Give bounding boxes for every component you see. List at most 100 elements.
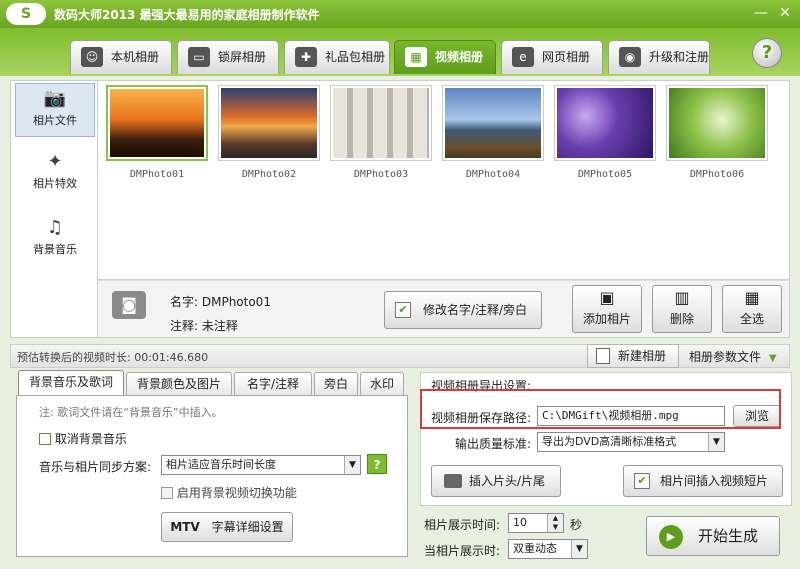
- tab-label: 锁屏相册: [218, 50, 267, 64]
- start-generate-button[interactable]: ▶ 开始生成: [646, 516, 780, 556]
- checkbox[interactable]: [161, 486, 173, 499]
- subtab-narration[interactable]: 旁白: [314, 372, 358, 396]
- subtab-name-note[interactable]: 名字/注释: [234, 372, 312, 396]
- quality-label: 输出质量标准:: [455, 437, 532, 451]
- mtv-subtitle-settings-button[interactable]: MTV 字幕详细设置: [161, 512, 293, 542]
- photo-caption: DMPhoto01: [129, 169, 185, 180]
- photo-thumbnail[interactable]: [106, 85, 208, 161]
- purple-droplets-image: [557, 88, 653, 158]
- photo-info-bar: ◙ 名字: DMPhoto01 注释: 未注释 ✔ 修改名字/注释/旁白 ▣ 添…: [98, 280, 790, 338]
- music-note-icon: ♫: [46, 217, 64, 238]
- tab-local-album[interactable]: ☺ 本机相册: [70, 40, 172, 74]
- quality-select[interactable]: 导出为DVD高清晰标准格式 ▼: [537, 432, 725, 452]
- tab-upgrade-register[interactable]: ◉ 升级和注册: [608, 40, 710, 74]
- trash-icon: ▥: [674, 288, 690, 307]
- sunset-couple-image: [110, 89, 204, 157]
- edit-name-note-button[interactable]: ✔ 修改名字/注释/旁白: [384, 291, 542, 329]
- photo-show-time-label: 相片展示时间:: [424, 518, 501, 532]
- left-nav: 📷 相片文件 ✦ 相片特效 ♫ 背景音乐: [10, 80, 98, 338]
- status-bar: 预估转换后的视频时长: 00:01:46.680 新建相册 相册参数文件 ▼: [10, 344, 790, 368]
- enable-bg-video-switch-option[interactable]: 启用背景视频切换功能: [161, 484, 297, 501]
- main-tab-bar: ☺ 本机相册 ▭ 锁屏相册 ✚ 礼品包相册 ▦ 视频相册 e 网页相册 ◉ 升级…: [0, 28, 800, 76]
- tab-label: 网页相册: [542, 50, 591, 64]
- sync-help-button[interactable]: ?: [367, 454, 387, 474]
- tab-label: 升级和注册: [649, 50, 710, 64]
- duration-estimate: 预估转换后的视频时长: 00:01:46.680: [17, 351, 209, 364]
- tab-label: 视频相册: [435, 50, 484, 64]
- insert-video-clip-button[interactable]: ✔ 相片间插入视频短片: [623, 465, 783, 497]
- sync-scheme-select[interactable]: 相片适应音乐时间长度 ▼: [161, 455, 361, 475]
- delete-button[interactable]: ▥ 删除: [652, 285, 712, 333]
- chevron-down-icon: ▼: [344, 456, 360, 474]
- button-label: 插入片头/片尾: [468, 474, 546, 488]
- subtab-bg-color-image[interactable]: 背景颜色及图片: [126, 372, 232, 396]
- seconds-unit: 秒: [570, 518, 583, 532]
- photo-thumbnail[interactable]: [666, 85, 768, 161]
- transition-select[interactable]: 双重动态 ▼: [508, 539, 588, 559]
- app-title: 数码大师2013 最强大最易用的家庭相册制作软件: [54, 8, 320, 22]
- photo-name-text: 名字: DMPhoto01: [170, 295, 271, 309]
- nav-label: 相片文件: [33, 114, 77, 127]
- tab-label: 本机相册: [111, 50, 160, 64]
- ie-icon: e: [512, 47, 534, 67]
- video-camera-icon: [444, 474, 462, 488]
- tab-web-album[interactable]: e 网页相册: [501, 40, 603, 74]
- photo-thumbnail[interactable]: [442, 85, 544, 161]
- add-photo-button[interactable]: ▣ 添加相片: [572, 285, 642, 333]
- checkmark-icon: ✔: [395, 302, 411, 318]
- button-label: 字幕详细设置: [211, 520, 284, 534]
- help-button[interactable]: ?: [752, 38, 782, 68]
- photo-thumbnail[interactable]: [218, 85, 320, 161]
- transition-label: 当相片展示时:: [424, 544, 501, 558]
- lyrics-note: 注: 歌词文件请在“背景音乐”中插入。: [39, 406, 223, 419]
- play-icon: ▶: [659, 525, 683, 549]
- title-bar: S 数码大师2013 最强大最易用的家庭相册制作软件 — ✕: [0, 0, 800, 28]
- album-params-menu[interactable]: 相册参数文件 ▼: [689, 348, 777, 365]
- photo-thumbnail[interactable]: [554, 85, 656, 161]
- minimize-button[interactable]: —: [752, 4, 770, 22]
- chevron-down-icon: ▼: [768, 353, 777, 364]
- add-photo-icon: ▣: [599, 288, 615, 307]
- nav-label: 背景音乐: [33, 243, 77, 256]
- chevron-down-icon: ▼: [708, 433, 724, 451]
- checkbox[interactable]: [39, 432, 51, 445]
- tab-video-album[interactable]: ▦ 视频相册: [394, 40, 496, 74]
- gift-icon: ✚: [295, 47, 317, 67]
- document-icon: [596, 348, 610, 364]
- lighthouse-coast-image: [445, 88, 541, 158]
- button-label: 全选: [739, 312, 764, 326]
- photo-caption: DMPhoto04: [465, 169, 521, 180]
- checkmark-icon: ✔: [634, 473, 650, 489]
- camera-icon: ◙: [112, 291, 146, 319]
- select-all-button[interactable]: ▦ 全选: [722, 285, 782, 333]
- button-label: 修改名字/注释/旁白: [422, 303, 528, 317]
- spinner-arrows-icon[interactable]: ▲ ▼: [547, 514, 563, 532]
- sparkle-icon: ✦: [47, 151, 63, 172]
- option-label: 取消背景音乐: [54, 432, 127, 446]
- subtab-watermark[interactable]: 水印: [360, 372, 404, 396]
- cancel-bg-music-option[interactable]: 取消背景音乐: [39, 430, 127, 447]
- photo-show-time-spinner[interactable]: 10 ▲ ▼: [508, 513, 564, 533]
- chevron-down-icon: ▼: [571, 540, 587, 558]
- grid-icon: ▦: [744, 288, 760, 307]
- nav-background-music[interactable]: ♫ 背景音乐: [15, 213, 95, 267]
- tab-label: 礼品包相册: [325, 50, 386, 64]
- select-value: 双重动态: [513, 542, 557, 555]
- select-value: 导出为DVD高清晰标准格式: [542, 435, 677, 448]
- menu-label: 相册参数文件: [689, 350, 762, 364]
- photo-caption: DMPhoto03: [353, 169, 409, 180]
- nav-photo-files[interactable]: 📷 相片文件: [15, 83, 95, 137]
- subtab-music-lyrics[interactable]: 背景音乐及歌词: [18, 370, 124, 396]
- insert-head-tail-button[interactable]: 插入片头/片尾: [431, 465, 561, 497]
- lily-of-valley-image: [669, 88, 765, 158]
- tab-lockscreen-album[interactable]: ▭ 锁屏相册: [177, 40, 279, 74]
- close-button[interactable]: ✕: [776, 4, 794, 22]
- tab-gift-album[interactable]: ✚ 礼品包相册: [284, 40, 390, 74]
- photo-caption: DMPhoto02: [241, 169, 297, 180]
- highlight-annotation-box: [420, 389, 781, 429]
- nav-photo-effects[interactable]: ✦ 相片特效: [15, 147, 95, 201]
- button-label: 开始生成: [697, 527, 758, 545]
- new-album-button[interactable]: 新建相册: [587, 344, 679, 368]
- person-icon: ☺: [81, 47, 103, 67]
- photo-thumbnail[interactable]: [330, 85, 432, 161]
